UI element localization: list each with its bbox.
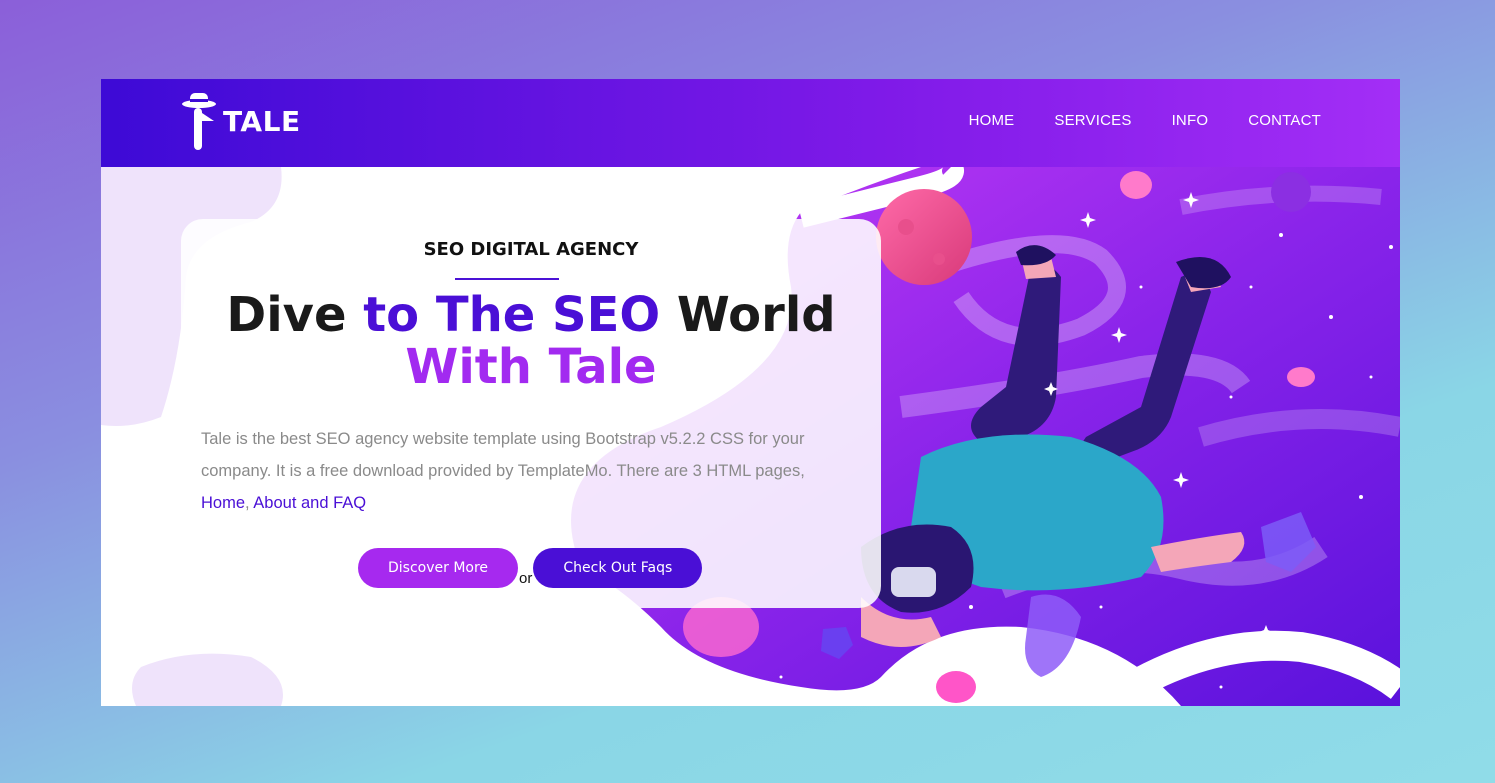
site-header: TALE HOME SERVICES INFO CONTACT: [101, 79, 1400, 167]
nav-home[interactable]: HOME: [969, 112, 1015, 129]
headline-line2: With Tale: [405, 339, 657, 395]
brand-name: TALE: [223, 104, 301, 138]
or-separator: or: [519, 570, 533, 587]
nav-info[interactable]: INFO: [1172, 112, 1209, 129]
hero-buttons: Discover More or Check Out Faqs: [358, 548, 703, 588]
nav-services[interactable]: SERVICES: [1054, 112, 1131, 129]
link-home[interactable]: Home: [201, 494, 245, 512]
headline-part2: to The SEO: [363, 287, 661, 343]
hero-card: SEO DIGITAL AGENCY Dive to The SEO World…: [181, 219, 881, 608]
main-nav: HOME SERVICES INFO CONTACT: [969, 112, 1321, 129]
discover-more-button[interactable]: Discover More: [358, 548, 519, 588]
headline-part3: World: [660, 287, 836, 343]
check-out-faqs-button[interactable]: Check Out Faqs: [533, 548, 703, 588]
link-about-faq[interactable]: About and FAQ: [253, 494, 366, 512]
headline-part1: Dive: [226, 287, 364, 343]
hero-description: Tale is the best SEO agency website temp…: [201, 423, 841, 519]
hero-headline: Dive to The SEO World With Tale: [181, 289, 881, 393]
nav-contact[interactable]: CONTACT: [1248, 112, 1321, 129]
eyebrow-underline: [455, 278, 559, 280]
hero-eyebrow: SEO DIGITAL AGENCY: [423, 239, 639, 260]
hat-t-logo-icon: [181, 91, 221, 151]
description-text: Tale is the best SEO agency website temp…: [201, 430, 805, 480]
page-frame: TALE HOME SERVICES INFO CONTACT SEO DIGI…: [101, 79, 1400, 706]
brand-logo[interactable]: TALE: [181, 91, 301, 151]
